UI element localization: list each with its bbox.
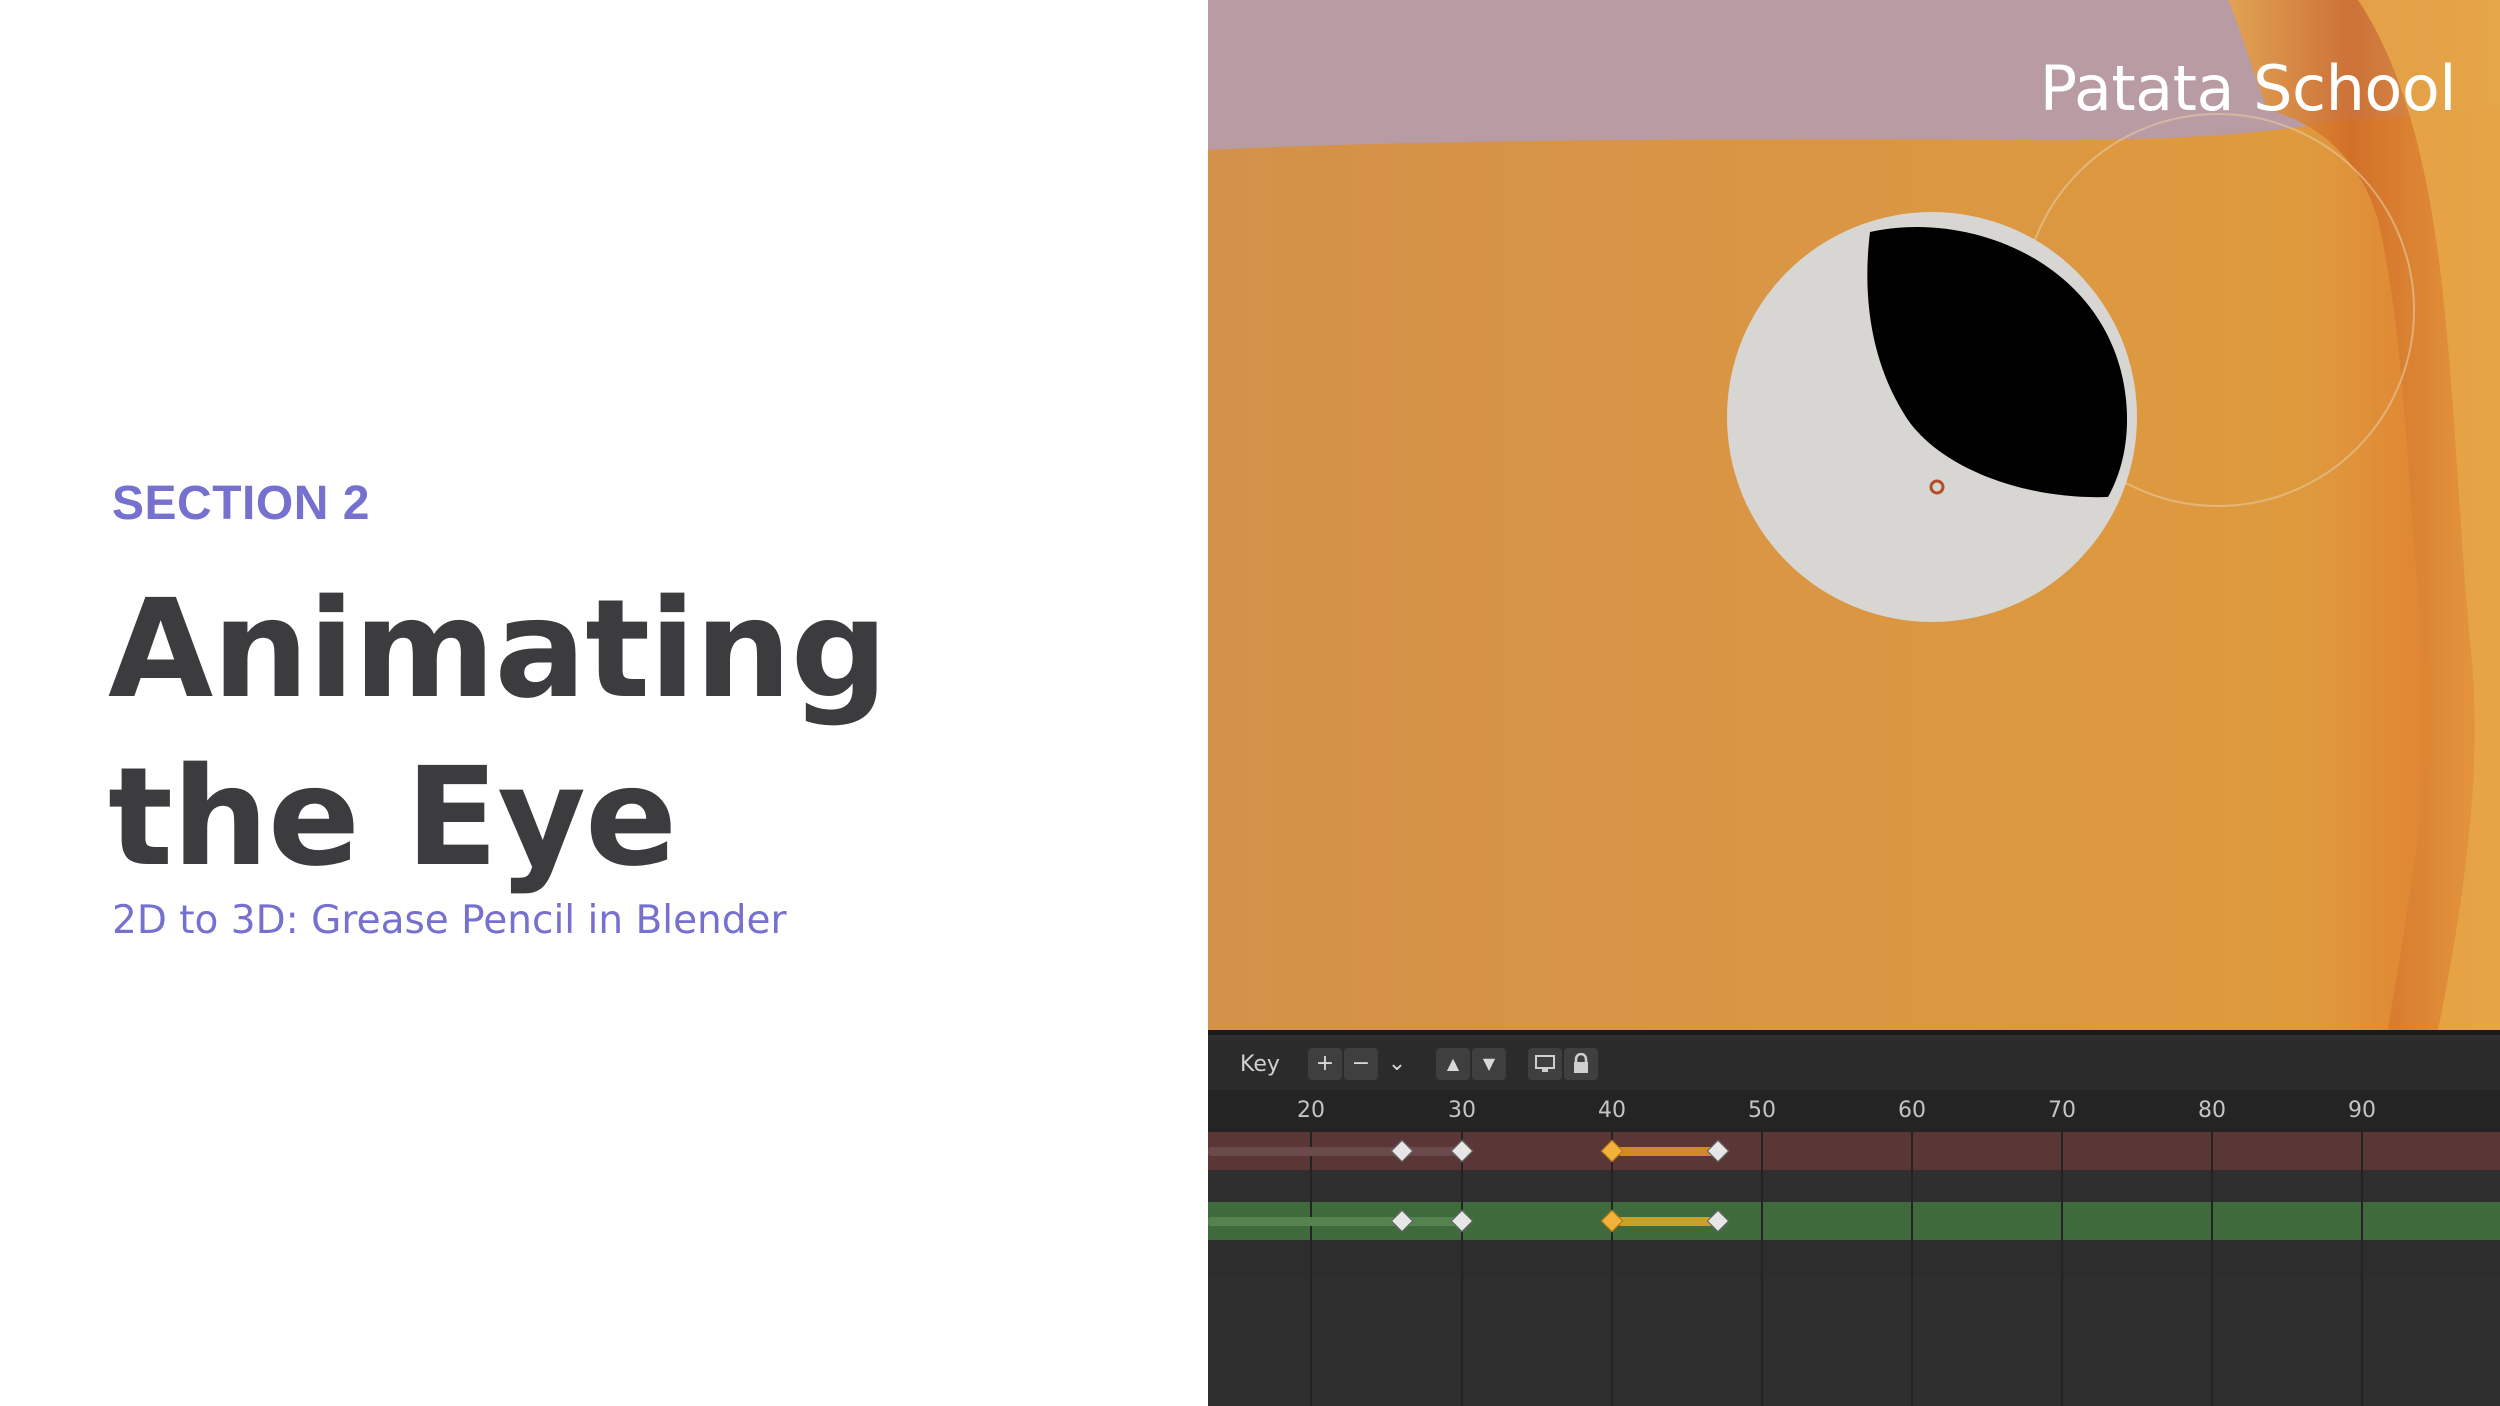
timeline-toolbar: Key + − ⌄ ▲ ▼ (1208, 1040, 2500, 1090)
3d-viewport[interactable]: Patata School (1208, 0, 2500, 1030)
add-key-button[interactable]: + (1308, 1048, 1342, 1080)
monitor-icon[interactable] (1528, 1048, 1562, 1080)
chevron-down-icon[interactable]: ⌄ (1380, 1048, 1414, 1080)
frame-label: 80 (2198, 1098, 2226, 1123)
frame-label: 70 (2048, 1098, 2076, 1123)
lock-icon[interactable] (1564, 1048, 1598, 1080)
grid-line (1911, 1132, 1913, 1406)
hold-bar (1208, 1217, 1400, 1226)
grid-line (2361, 1132, 2363, 1406)
hold-bar-selected (1618, 1217, 1716, 1226)
section-label: SECTION 2 (112, 477, 370, 530)
grid-line (1761, 1132, 1763, 1406)
grid-line (2211, 1132, 2213, 1406)
dope-sheet-timeline[interactable]: Key + − ⌄ ▲ ▼ 20 30 40 50 60 70 80 90 (1208, 1030, 2500, 1406)
title-panel: SECTION 2 Animating the Eye 2D to 3D: Gr… (0, 0, 1208, 1406)
viewport-scene (1208, 0, 2500, 1030)
channel-row-empty (1208, 1240, 2500, 1278)
frame-label: 40 (1598, 1098, 1626, 1123)
subtitle: 2D to 3D: Grease Pencil in Blender (112, 898, 787, 943)
frame-label: 20 (1297, 1098, 1325, 1123)
jump-up-button[interactable]: ▲ (1436, 1048, 1470, 1080)
page-title: Animating the Eye (108, 571, 888, 897)
brand-logo: Patata School (2039, 52, 2457, 125)
grid-line (1461, 1132, 1463, 1406)
frame-ruler[interactable]: 20 30 40 50 60 70 80 90 (1208, 1090, 2500, 1132)
grid-line (2061, 1132, 2063, 1406)
jump-down-button[interactable]: ▼ (1472, 1048, 1506, 1080)
key-menu[interactable]: Key (1240, 1052, 1280, 1077)
grid-line (1310, 1132, 1312, 1406)
frame-label: 50 (1748, 1098, 1776, 1123)
grid-line (1611, 1132, 1613, 1406)
frame-label: 30 (1448, 1098, 1476, 1123)
blender-screenshot: Patata School Key + − ⌄ ▲ ▼ 20 30 40 50 … (1208, 0, 2500, 1406)
hold-bar-selected (1618, 1147, 1716, 1156)
hold-bar (1208, 1147, 1400, 1156)
frame-label: 90 (2348, 1098, 2376, 1123)
frame-label: 60 (1898, 1098, 1926, 1123)
channel-row-empty (1208, 1170, 2500, 1202)
remove-key-button[interactable]: − (1344, 1048, 1378, 1080)
